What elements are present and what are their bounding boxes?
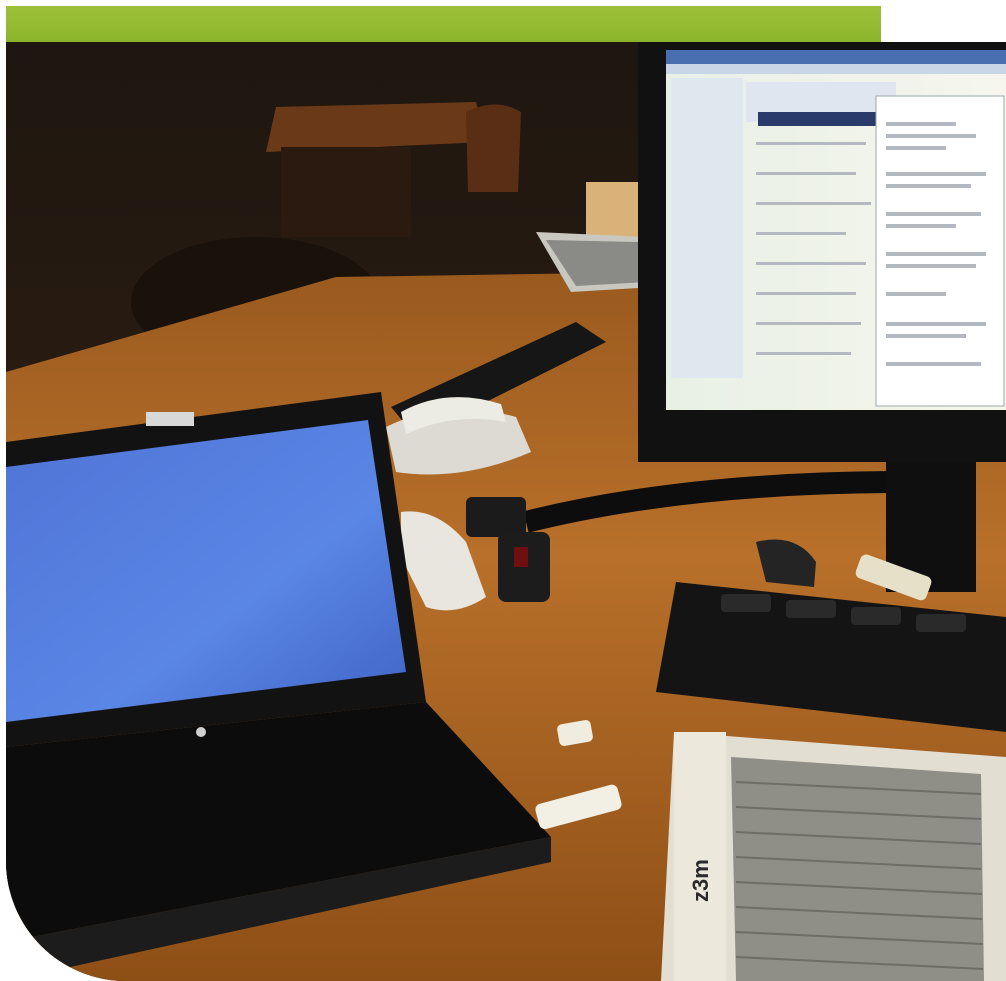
photo-scene: z3m bbox=[6, 42, 1006, 981]
measuring-label: z3m bbox=[688, 859, 713, 902]
laptop-screen bbox=[6, 420, 406, 722]
office-desk-photo: z3m bbox=[6, 42, 1006, 981]
header-band bbox=[6, 6, 881, 42]
